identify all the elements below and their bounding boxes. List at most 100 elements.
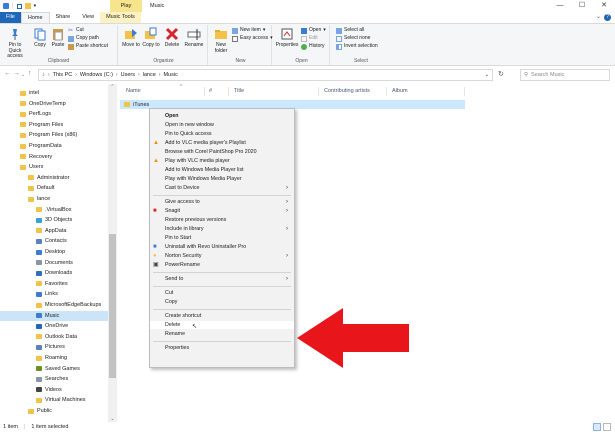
recent-dropdown-icon[interactable]: ⌄ [21,72,25,78]
back-arrow-icon[interactable]: ← [4,70,11,77]
nav-item[interactable]: Recovery [0,152,108,162]
menu-item-play-with-vlc-media-player[interactable]: ▲ Play with VLC media player [150,157,294,165]
nav-item[interactable]: Users [0,162,108,172]
nav-item[interactable]: lance [0,194,108,204]
menu-item-norton-security[interactable]: ● Norton Security › [150,252,294,260]
nav-item[interactable]: Saved Games [0,364,108,374]
paste-button[interactable]: Paste [50,27,66,49]
menu-item-play-with-windows-media-player[interactable]: Play with Windows Media Player [150,175,294,183]
rename-button[interactable]: Rename [184,27,204,49]
menu-item-add-to-vlc-media-player-s-playlist[interactable]: ▲ Add to VLC media player's Playlist [150,139,294,147]
properties-button[interactable]: Properties [275,27,299,49]
forward-arrow-icon[interactable]: → [13,70,20,77]
column-album[interactable]: Album [392,88,408,94]
nav-item[interactable]: OneDrive [0,321,108,331]
nav-item[interactable]: Favorites [0,279,108,289]
menu-item-add-to-windows-media-player-list[interactable]: Add to Windows Media Player list [150,166,294,174]
nav-item[interactable]: Virtual Machines [0,395,108,405]
invert-selection-button[interactable]: Invert selection [336,43,378,50]
nav-item[interactable]: .VirtualBox [0,205,108,215]
nav-item[interactable]: Pictures [0,342,108,352]
menu-item-uninstall-with-revo-uninstaller-pro[interactable]: ■ Uninstall with Revo Uninstaller Pro [150,243,294,251]
paste-shortcut-button[interactable]: Paste shortcut [68,43,108,50]
select-none-button[interactable]: Select none [336,35,370,42]
nav-item[interactable]: Program Files (x86) [0,130,108,140]
breadcrumb-music[interactable]: Music [163,72,177,78]
column-contributing-artists[interactable]: Contributing artists [324,88,370,94]
close-button[interactable]: ✕ [593,0,615,12]
breadcrumb-lance[interactable]: lance [143,72,156,78]
open-ribbon-button[interactable]: Open ▾ [301,27,326,34]
menu-item-create-shortcut[interactable]: Create shortcut [150,312,294,320]
column-title[interactable]: Title [234,88,244,94]
nav-item[interactable]: OneDriveTemp [0,99,108,109]
nav-item[interactable]: Downloads [0,268,108,278]
menu-item-delete[interactable]: Delete ↖ [150,321,294,330]
new-folder-button[interactable]: New folder [212,27,230,54]
details-view-button[interactable] [593,423,601,431]
ribbon-collapse-icon[interactable]: ⌄ [596,13,601,20]
menu-item-send-to[interactable]: Send to › [150,275,294,283]
tab-file[interactable]: File [0,12,21,23]
menu-item-copy[interactable]: Copy [150,298,294,306]
menu-item-give-access-to[interactable]: Give access to › [150,198,294,206]
large-icons-view-button[interactable] [603,423,611,431]
column-number[interactable]: # [209,88,212,94]
menu-item-properties[interactable]: Properties [150,344,294,352]
nav-item[interactable]: Documents [0,258,108,268]
nav-item[interactable]: PerfLogs [0,109,108,119]
breadcrumb-users[interactable]: Users [121,72,135,78]
nav-item[interactable]: Public [0,406,108,416]
properties-qat-icon[interactable] [16,3,22,9]
search-box[interactable]: ⚲ Search Music [520,69,610,81]
menu-item-open-in-new-window[interactable]: Open in new window [150,121,294,129]
menu-item-browse-with-corel-paintshop-pro-2020[interactable]: Browse with Corel PaintShop Pro 2020 [150,148,294,156]
menu-item-snagit[interactable]: ■ Snagit › [150,207,294,215]
breadcrumb-this-pc[interactable]: This PC [53,72,73,78]
menu-item-restore-previous-versions[interactable]: Restore previous versions [150,216,294,224]
menu-item-cut[interactable]: Cut [150,289,294,297]
maximize-button[interactable]: ☐ [571,0,593,12]
nav-item[interactable]: Administrator [0,173,108,183]
nav-item[interactable]: MicrosoftEdgeBackups [0,300,108,310]
tab-home[interactable]: Home [20,12,50,23]
column-name[interactable]: Name [126,88,141,94]
nav-item[interactable]: Program Files [0,120,108,130]
nav-item[interactable]: AppData [0,226,108,236]
menu-item-rename[interactable]: Rename [150,330,294,338]
menu-item-pin-to-quick-access[interactable]: Pin to Quick access [150,130,294,138]
nav-item[interactable]: Default [0,183,108,193]
up-arrow-icon[interactable]: ↑ [28,70,32,77]
scroll-up-icon[interactable]: ⌃ [108,84,117,90]
select-all-button[interactable]: Select all [336,27,364,34]
scrollbar-thumb[interactable] [109,234,116,378]
help-icon[interactable]: ? [604,14,611,21]
qat-dropdown-icon[interactable]: ▾ [34,3,37,9]
breadcrumb-windows-c[interactable]: Windows (C:) [80,72,113,78]
tab-music-tools[interactable]: Music Tools [100,12,141,23]
menu-item-powerrename[interactable]: ▣ PowerRename [150,261,294,269]
cut-button[interactable]: ✂ Cut [68,27,84,34]
nav-item[interactable]: Searches [0,374,108,384]
navigation-scrollbar[interactable]: ⌃ ⌄ [108,84,117,422]
menu-item-open[interactable]: Open [150,112,294,120]
menu-item-include-in-library[interactable]: Include in library › [150,225,294,233]
nav-item[interactable]: Links [0,289,108,299]
pin-quick-access-button[interactable]: Pin to Quick access [2,27,28,60]
minimize-button[interactable]: — [549,0,571,12]
address-dropdown-icon[interactable]: ⌄ [485,72,489,78]
new-folder-qat-icon[interactable] [24,3,31,9]
delete-ribbon-button[interactable]: Delete [162,27,182,49]
move-to-button[interactable]: Move to [122,27,140,49]
copy-to-button[interactable]: Copy to [142,27,160,49]
nav-item[interactable]: intel [0,88,108,98]
nav-item[interactable]: Music [0,310,108,321]
nav-item[interactable]: Contacts [0,236,108,246]
menu-item-pin-to-start[interactable]: Pin to Start [150,234,294,242]
menu-item-cast-to-device[interactable]: Cast to Device › [150,184,294,192]
tab-share[interactable]: Share [50,12,77,23]
copy-button[interactable]: Copy [32,27,48,49]
nav-item[interactable]: ProgramData [0,141,108,151]
nav-item[interactable]: Videos [0,385,108,395]
edit-button[interactable]: Edit [301,35,318,42]
